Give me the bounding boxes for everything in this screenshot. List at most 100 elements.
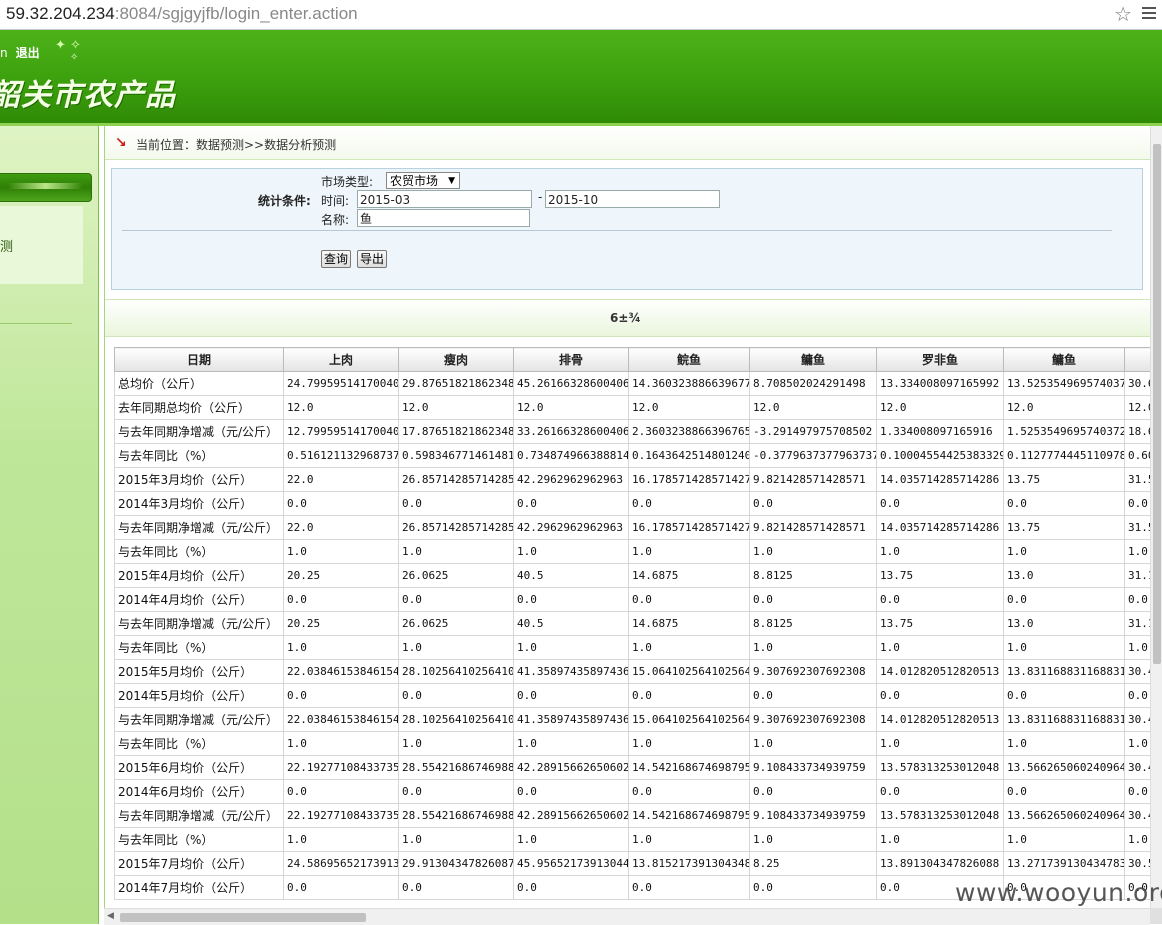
table-cell: 1.0 [876,827,1004,852]
table-cell: 1.0 [628,827,750,852]
table-cell: 0.0 [749,683,877,708]
vertical-scrollbar[interactable] [1150,126,1162,908]
table-cell: 0.0 [1124,779,1151,804]
table-cell: 12.0 [1003,395,1125,420]
address-bar[interactable]: 59.32.204.234:8084/sgjgyjfb/login_enter.… [0,0,1162,30]
time-to-input[interactable]: 2015-10 [545,190,720,208]
table-cell: 15.064102564102564 [628,659,750,684]
table-cell: 14.012820512820513 [876,659,1004,684]
row-label: 与去年同期净增减（元/公斤） [114,611,284,636]
table-cell: 28.55421686746988 [398,803,514,828]
table-cell: 8.25 [749,851,877,876]
table-cell: 41.35897435897436 [513,659,629,684]
table-body: 总均价（公斤） 24.799595141700404 29.876518218623… [114,371,1151,900]
table-cell: 0.0 [1003,683,1125,708]
table-cell: 12.0 [513,395,629,420]
table-row: 2014年6月均价（公斤） 0.0 0.0 0.0 0.0 0.0 0.0 0.0 0.0 [114,779,1151,804]
row-label: 2015年7月均价（公斤） [114,851,284,876]
table-row: 与去年同期净增减（元/公斤） 20.25 26.0625 40.5 14.6875 8.8… [114,611,1151,636]
table-cell: 20.25 [283,563,399,588]
name-input[interactable]: 鱼 [357,209,530,227]
table-cell: 15.064102564102564 [628,707,750,732]
table-cell: 29.87651821862348 [398,371,514,396]
table-row: 与去年同比（%） 1.0 1.0 1.0 1.0 1.0 1.0 1.0 1.0 [114,635,1151,660]
market-type-select[interactable]: 农贸市场 ▼ [386,172,460,189]
sidebar-item-prediction[interactable]: 测 [0,236,13,255]
table-cell: 41.35897435897436 [513,707,629,732]
table-cell: 31.5 [1124,515,1151,540]
column-header: 罗非鱼 [876,347,1004,372]
table-row: 与去年同比（%） 1.0 1.0 1.0 1.0 1.0 1.0 1.0 1.0 [114,731,1151,756]
table-cell: 30.4 [1124,755,1151,780]
row-label: 与去年同比（%） [114,443,284,468]
column-header: 鳙鱼 [749,347,877,372]
table-cell: 13.578313253012048 [876,803,1004,828]
table-cell: 8.708502024291498 [749,371,877,396]
table-cell: 13.75 [1003,515,1125,540]
table-row: 2015年6月均价（公斤） 22.19277108433735 28.5542168… [114,755,1151,780]
url-host: 59.32.204.234 [6,4,115,23]
column-header: 排骨 [513,347,629,372]
scroll-left-icon[interactable]: ◀ [107,911,114,921]
table-cell: 28.55421686746988 [398,755,514,780]
market-type-label: 市场类型: [321,175,374,189]
table-cell: 13.831168831168831 [1003,707,1125,732]
table-cell: 0.0 [1124,587,1151,612]
table-cell: 0.0 [876,683,1004,708]
table-cell: 0.0 [876,491,1004,516]
table-cell: 13.566265060240964 [1003,803,1125,828]
table-cell: 28.102564102564102 [398,707,514,732]
table-cell: 22.03846153846154 [283,707,399,732]
table-cell: 0.0 [398,587,514,612]
logout-link[interactable]: 退出 [16,46,40,60]
table-cell: 0.0 [398,683,514,708]
table-cell: 14.542168674698795 [628,755,750,780]
url-text[interactable]: 59.32.204.234:8084/sgjgyjfb/login_enter.… [6,4,358,24]
table-cell: 42.2962962962963 [513,467,629,492]
horizontal-scroll-thumb[interactable] [120,913,366,922]
browser-menu-icon[interactable] [1142,4,1156,20]
table-cell: 1.0 [283,539,399,564]
table-row: 2014年3月均价（公斤） 0.0 0.0 0.0 0.0 0.0 0.0 0.0 0.0 [114,491,1151,516]
column-header: 鲩鱼 [628,347,750,372]
row-label: 与去年同比（%） [114,635,284,660]
table-cell: 22.03846153846154 [283,659,399,684]
table-cell: 1.0 [398,731,514,756]
arrow-icon: ↘ [115,135,127,151]
table-cell: 26.857142857142858 [398,467,514,492]
export-button[interactable]: 导出 [357,250,388,268]
table-cell: 0.0 [398,779,514,804]
bookmark-star-icon[interactable]: ☆ [1114,2,1132,26]
table-cell: 1.0 [749,539,877,564]
row-label: 2014年3月均价（公斤） [114,491,284,516]
data-table-container[interactable]: 日期上肉瘦肉排骨鲩鱼鳙鱼罗非鱼鳙鱼30. 总均价（公斤）24.799595141… [114,347,1151,910]
table-cell: 9.821428571428571 [749,515,877,540]
row-label: 与去年同期净增减（元/公斤） [114,707,284,732]
table-cell: 30.4 [1124,707,1151,732]
table-cell: 0.0 [628,587,750,612]
table-row: 2014年5月均价（公斤） 0.0 0.0 0.0 0.0 0.0 0.0 0.0 0.0 [114,683,1151,708]
name-label: 名称: [321,213,350,227]
vertical-scroll-thumb[interactable] [1153,144,1161,664]
query-button[interactable]: 查询 [321,250,352,268]
time-from-input[interactable]: 2015-03 [357,190,532,208]
table-cell: 1.0 [876,635,1004,660]
table-cell: 1.0 [398,635,514,660]
table-cell: 1.0 [749,635,877,660]
table-cell: 24.799595141700404 [283,371,399,396]
sidebar-menu-header[interactable] [0,173,92,202]
table-cell: 0.0 [283,779,399,804]
table-cell: 40.5 [513,611,629,636]
table-cell: 22.0 [283,467,399,492]
horizontal-scrollbar[interactable]: ◀ [104,908,1150,925]
table-cell: 42.2962962962963 [513,515,629,540]
table-cell: 28.102564102564102 [398,659,514,684]
table-cell: 30.5 [1124,851,1151,876]
table-cell: 29.91304347826087 [398,851,514,876]
table-cell: 0.0 [513,683,629,708]
table-row: 去年同期总均价（公斤） 12.0 12.0 12.0 12.0 12.0 12.0 12.0 1… [114,395,1151,420]
result-title: 6±¾ [610,311,641,325]
row-label: 总均价（公斤） [114,371,284,396]
table-cell: 17.87651821862348 [398,419,514,444]
table-row: 总均价（公斤） 24.799595141700404 29.876518218623… [114,371,1151,396]
